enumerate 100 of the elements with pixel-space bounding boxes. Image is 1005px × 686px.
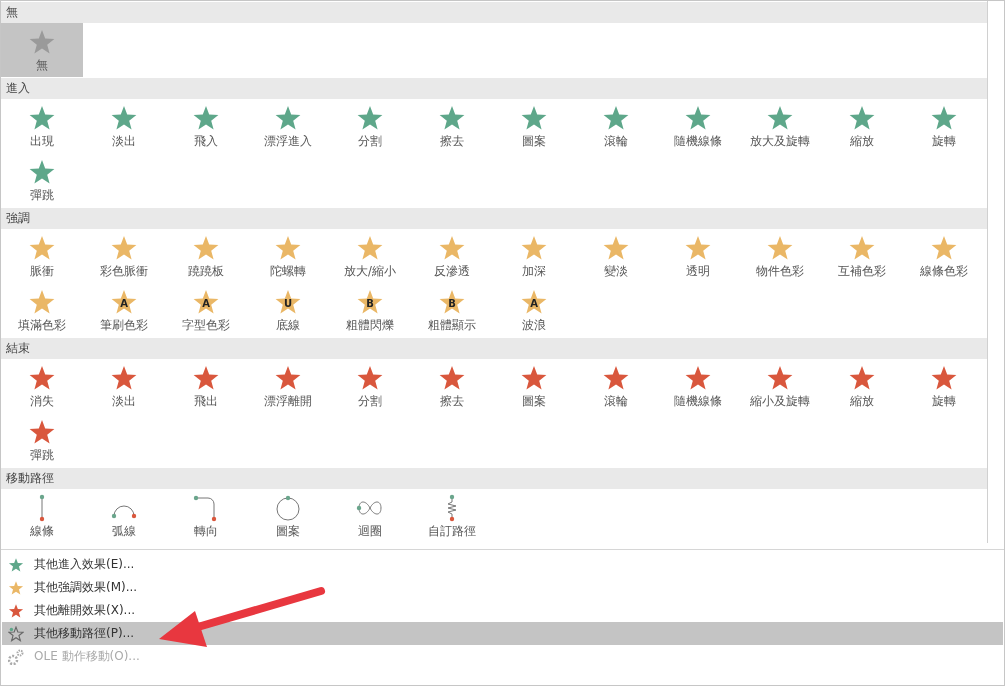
effect-item[interactable]: 彈跳 [1,153,83,207]
effect-item[interactable]: 淡出 [83,99,165,153]
effect-label: 粗體閃爍 [346,317,394,333]
effect-item[interactable]: 旋轉 [903,359,985,413]
effect-item[interactable]: 放大/縮小 [329,229,411,283]
effect-item[interactable]: 線條色彩 [903,229,985,283]
effect-item[interactable]: 迴圈 [329,489,411,543]
effect-item[interactable]: 圖案 [493,359,575,413]
motion-path-icon [356,501,382,514]
effect-label: 擦去 [440,393,464,409]
motion-path-icon [111,505,137,518]
effect-item[interactable]: 蹺蹺板 [165,229,247,283]
effect-item[interactable]: 填滿色彩 [1,283,83,337]
effect-item[interactable]: 變淡 [575,229,657,283]
effect-label: 脈衝 [30,263,54,279]
effect-item[interactable]: 縮放 [821,359,903,413]
section-header: 結束 [1,338,987,359]
effect-label: 漂浮進入 [264,133,312,149]
effect-label: 放大/縮小 [344,263,396,279]
effect-item[interactable]: 擦去 [411,99,493,153]
menu-item[interactable]: 其他進入效果(E)... [2,553,1003,576]
effect-label: 自訂路徑 [428,523,476,539]
effect-item[interactable]: 弧線 [83,489,165,543]
effect-item[interactable]: 隨機線條 [657,99,739,153]
effect-label: 互補色彩 [838,263,886,279]
effect-label: 滾輪 [604,393,628,409]
menu-item[interactable]: 其他移動路徑(P)... [2,622,1003,645]
effect-item[interactable]: 分割 [329,359,411,413]
effect-label: 轉向 [194,523,218,539]
effect-label: 彈跳 [30,447,54,463]
effect-label: 縮放 [850,133,874,149]
star-icon [8,602,24,619]
effect-label: 分割 [358,393,382,409]
effect-label: 漂浮離開 [264,393,312,409]
effect-label: 筆刷色彩 [100,317,148,333]
effect-item[interactable]: 縮小及旋轉 [739,359,821,413]
effect-label: 底線 [276,317,300,333]
effect-item[interactable]: 放大及旋轉 [739,99,821,153]
effect-label: 消失 [30,393,54,409]
effect-item[interactable]: 自訂路徑 [411,489,493,543]
menu-item[interactable]: 其他離開效果(X)... [2,599,1003,622]
effect-item[interactable]: 無 [1,23,83,77]
effect-item[interactable]: 出現 [1,99,83,153]
effect-item[interactable]: 旋轉 [903,99,985,153]
effect-item[interactable]: 線條 [1,489,83,543]
effect-item[interactable]: A 筆刷色彩 [83,283,165,337]
effect-item[interactable]: A 字型色彩 [165,283,247,337]
effect-item[interactable]: 彩色脈衝 [83,229,165,283]
effect-item[interactable]: 飛出 [165,359,247,413]
effect-item[interactable]: A 波浪 [493,283,575,337]
effect-label: 隨機線條 [674,133,722,149]
effect-label: 縮放 [850,393,874,409]
effect-label: 填滿色彩 [18,317,66,333]
effect-label: 隨機線條 [674,393,722,409]
effect-label: 圖案 [522,393,546,409]
effect-item[interactable]: 互補色彩 [821,229,903,283]
effect-item[interactable]: 物件色彩 [739,229,821,283]
effect-label: 迴圈 [358,523,382,539]
effect-label: 旋轉 [932,133,956,149]
effect-label: 圖案 [276,523,300,539]
motion-path-icon [39,494,45,521]
effect-item[interactable]: 滾輪 [575,99,657,153]
effect-label: 加深 [522,263,546,279]
effect-item[interactable]: 轉向 [165,489,247,543]
effect-item[interactable]: 分割 [329,99,411,153]
effect-label: 圖案 [522,133,546,149]
effect-item[interactable]: 縮放 [821,99,903,153]
effect-item[interactable]: U 底線 [247,283,329,337]
effect-label: 放大及旋轉 [750,133,810,149]
menu-item[interactable]: 其他強調效果(M)... [2,576,1003,599]
star-icon [8,579,24,596]
effect-label: 滾輪 [604,133,628,149]
effect-label: 出現 [30,133,54,149]
effect-label: 陀螺轉 [270,263,306,279]
effect-item[interactable]: 飛入 [165,99,247,153]
effect-item[interactable]: 擦去 [411,359,493,413]
effect-label: 淡出 [112,393,136,409]
effect-item[interactable]: B 粗體閃爍 [329,283,411,337]
effect-label: 縮小及旋轉 [750,393,810,409]
effect-item[interactable]: 漂浮離開 [247,359,329,413]
effect-label: 變淡 [604,263,628,279]
effect-item[interactable]: 滾輪 [575,359,657,413]
effect-label: 線條色彩 [920,263,968,279]
effect-item[interactable]: 淡出 [83,359,165,413]
effect-item[interactable]: 反滲透 [411,229,493,283]
effect-item[interactable]: 消失 [1,359,83,413]
section-header: 進入 [1,78,987,99]
effect-item[interactable]: 彈跳 [1,413,83,467]
effect-item[interactable]: 陀螺轉 [247,229,329,283]
effect-item[interactable]: 漂浮進入 [247,99,329,153]
effect-item[interactable]: 脈衝 [1,229,83,283]
effect-label: 飛入 [194,133,218,149]
effect-item[interactable]: B 粗體顯示 [411,283,493,337]
effect-label: 波浪 [522,317,546,333]
effect-item[interactable]: 加深 [493,229,575,283]
effect-item[interactable]: 隨機線條 [657,359,739,413]
effect-item[interactable]: 圖案 [493,99,575,153]
effect-label: 弧線 [112,523,136,539]
effect-item[interactable]: 透明 [657,229,739,283]
effect-item[interactable]: 圖案 [247,489,329,543]
